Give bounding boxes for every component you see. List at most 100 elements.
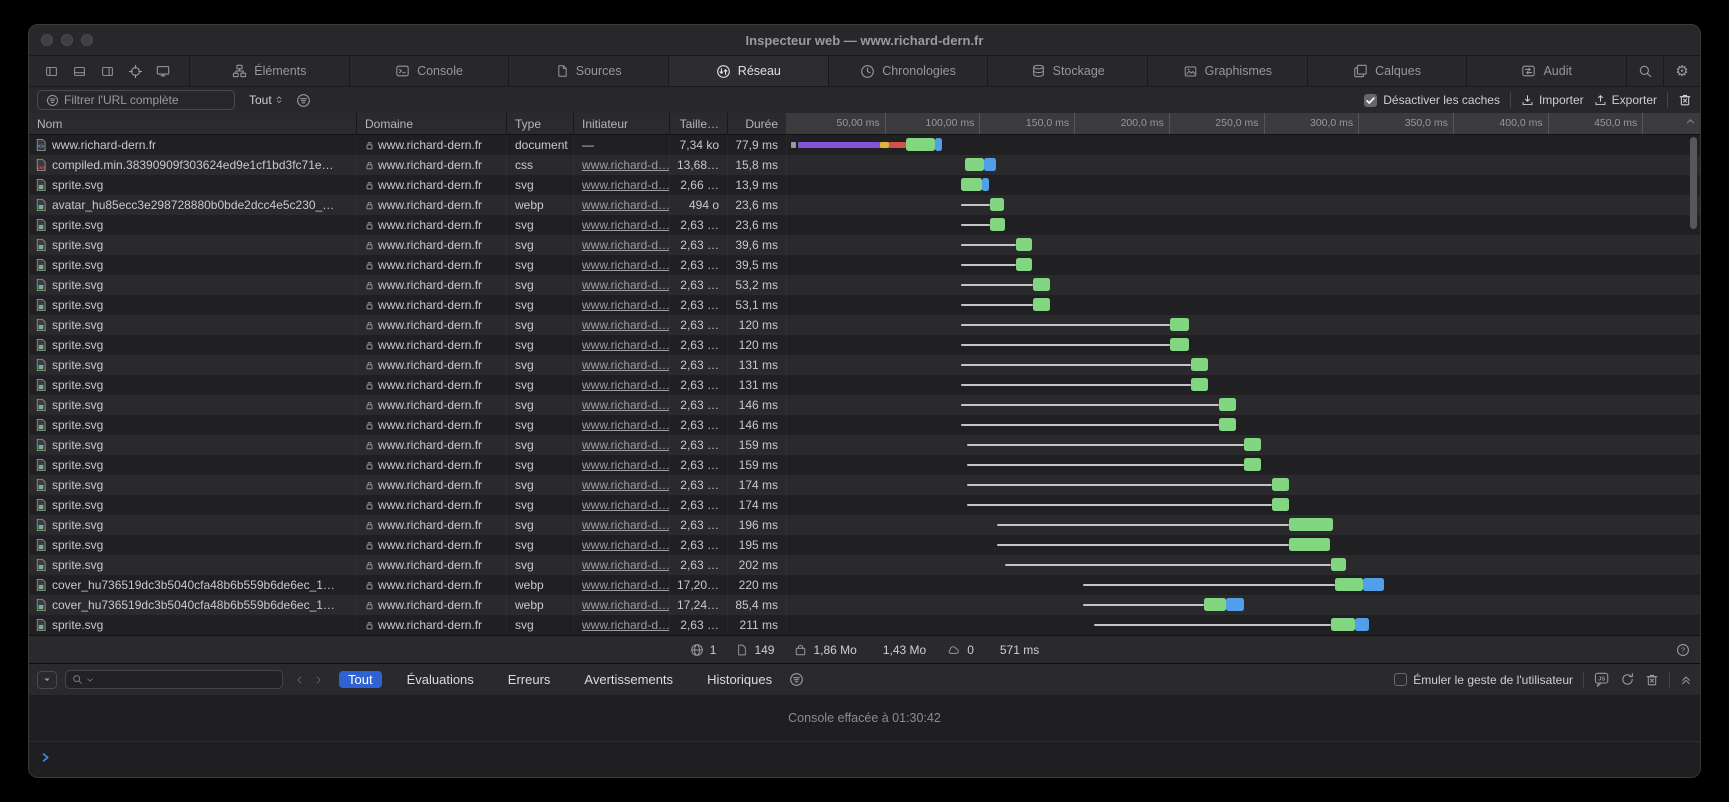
collapse-console-button[interactable]: [1680, 674, 1692, 686]
console-filter-menu-button[interactable]: [789, 672, 804, 687]
initiator-link[interactable]: www.richard-d…: [582, 578, 669, 592]
console-filter-tout[interactable]: Tout: [339, 671, 382, 688]
url-filter-input[interactable]: Filtrer l'URL complète: [37, 90, 235, 110]
table-row[interactable]: cover_hu736519dc3b5040cfa48b6b559b6de6ec…: [29, 595, 1700, 615]
import-button[interactable]: Importer: [1521, 93, 1584, 107]
initiator-link[interactable]: www.richard-d…: [582, 518, 669, 532]
initiator-link[interactable]: www.richard-d…: [582, 218, 669, 232]
console-filter-erreurs[interactable]: Erreurs: [499, 671, 560, 688]
table-row[interactable]: sprite.svgwww.richard-dern.frsvgwww.rich…: [29, 335, 1700, 355]
initiator-link[interactable]: www.richard-d…: [582, 338, 669, 352]
tab-chronologies[interactable]: Chronologies: [828, 56, 988, 86]
help-button[interactable]: ?: [1676, 643, 1690, 657]
initiator-link[interactable]: www.richard-d…: [582, 238, 669, 252]
table-row[interactable]: sprite.svgwww.richard-dern.frsvgwww.rich…: [29, 375, 1700, 395]
resource-type-select[interactable]: Tout: [249, 93, 284, 107]
table-row[interactable]: sprite.svgwww.richard-dern.frsvgwww.rich…: [29, 215, 1700, 235]
initiator-link[interactable]: www.richard-d…: [582, 438, 669, 452]
table-row[interactable]: sprite.svgwww.richard-dern.frsvgwww.rich…: [29, 515, 1700, 535]
tab-stockage[interactable]: Stockage: [987, 56, 1147, 86]
element-picker-icon[interactable]: [123, 61, 147, 81]
initiator-link[interactable]: www.richard-d…: [582, 418, 669, 432]
initiator-link[interactable]: www.richard-d…: [582, 298, 669, 312]
tab-graphismes[interactable]: Graphismes: [1147, 56, 1307, 86]
initiator-link[interactable]: www.richard-d…: [582, 558, 669, 572]
tab-calques[interactable]: Calques: [1307, 56, 1467, 86]
initiator-link[interactable]: www.richard-d…: [582, 538, 669, 552]
initiator-link[interactable]: www.richard-d…: [582, 178, 669, 192]
table-row[interactable]: sprite.svgwww.richard-dern.frsvgwww.rich…: [29, 175, 1700, 195]
initiator-link[interactable]: www.richard-d…: [582, 618, 669, 632]
initiator-link[interactable]: www.richard-d…: [582, 358, 669, 372]
search-button[interactable]: [1626, 56, 1663, 86]
table-row[interactable]: sprite.svgwww.richard-dern.frsvgwww.rich…: [29, 255, 1700, 275]
column-header-domain[interactable]: Domaine: [356, 113, 506, 134]
console-prompt[interactable]: [29, 742, 1700, 772]
js-bubble-icon[interactable]: JS: [1594, 672, 1610, 687]
initiator-link[interactable]: www.richard-d…: [582, 478, 669, 492]
table-row[interactable]: csscompiled.min.38390909f303624ed9e1cf1b…: [29, 155, 1700, 175]
column-header-type[interactable]: Type: [506, 113, 573, 134]
table-row[interactable]: <>www.richard-dern.frwww.richard-dern.fr…: [29, 135, 1700, 155]
console-filter-historiques[interactable]: Historiques: [698, 671, 781, 688]
table-row[interactable]: sprite.svgwww.richard-dern.frsvgwww.rich…: [29, 315, 1700, 335]
table-row[interactable]: sprite.svgwww.richard-dern.frsvgwww.rich…: [29, 475, 1700, 495]
column-header-size[interactable]: Taille…: [669, 113, 727, 134]
table-row[interactable]: sprite.svgwww.richard-dern.frsvgwww.rich…: [29, 295, 1700, 315]
table-row[interactable]: sprite.svgwww.richard-dern.frsvgwww.rich…: [29, 415, 1700, 435]
emulate-user-gesture-checkbox[interactable]: Émuler le geste de l'utilisateur: [1394, 673, 1573, 687]
console-search-input[interactable]: [65, 670, 283, 689]
previous-result-button[interactable]: [295, 674, 304, 686]
table-row[interactable]: sprite.svgwww.richard-dern.frsvgwww.rich…: [29, 455, 1700, 475]
initiator-link[interactable]: www.richard-d…: [582, 198, 669, 212]
settings-button[interactable]: ⚙: [1663, 56, 1700, 86]
dock-left-icon[interactable]: [39, 61, 63, 81]
column-header-duration[interactable]: Durée: [727, 113, 786, 134]
initiator-link[interactable]: www.richard-d…: [582, 158, 669, 172]
device-icon[interactable]: [151, 61, 175, 81]
table-row[interactable]: avatar_hu85ecc3e298728880b0bde2dcc4e5c23…: [29, 195, 1700, 215]
initiator-link[interactable]: www.richard-d…: [582, 398, 669, 412]
refresh-icon[interactable]: [1620, 672, 1635, 687]
tab-reseau[interactable]: Réseau: [668, 56, 828, 86]
table-row[interactable]: sprite.svgwww.richard-dern.frsvgwww.rich…: [29, 395, 1700, 415]
initiator-link[interactable]: www.richard-d…: [582, 278, 669, 292]
initiator-link[interactable]: www.richard-d…: [582, 498, 669, 512]
table-row[interactable]: cover_hu736519dc3b5040cfa48b6b559b6de6ec…: [29, 575, 1700, 595]
table-row[interactable]: sprite.svgwww.richard-dern.frsvgwww.rich…: [29, 535, 1700, 555]
minimize-window-button[interactable]: [61, 34, 73, 46]
console-filter-avertissements[interactable]: Avertissements: [575, 671, 682, 688]
tab-elements[interactable]: Éléments: [189, 56, 349, 86]
tab-console[interactable]: Console: [349, 56, 509, 86]
tab-sources[interactable]: Sources: [508, 56, 668, 86]
column-header-name[interactable]: Nom: [29, 113, 356, 134]
dock-right-icon[interactable]: [95, 61, 119, 81]
console-filter-evaluations[interactable]: Évaluations: [398, 671, 483, 688]
next-result-button[interactable]: [314, 674, 323, 686]
chevron-up-icon[interactable]: [1685, 116, 1696, 127]
table-row[interactable]: sprite.svgwww.richard-dern.frsvgwww.rich…: [29, 235, 1700, 255]
initiator-link[interactable]: www.richard-d…: [582, 258, 669, 272]
initiator-link[interactable]: www.richard-d…: [582, 318, 669, 332]
zoom-window-button[interactable]: [81, 34, 93, 46]
table-row[interactable]: sprite.svgwww.richard-dern.frsvgwww.rich…: [29, 555, 1700, 575]
disable-caches-checkbox[interactable]: Désactiver les caches: [1364, 93, 1500, 107]
table-row[interactable]: sprite.svgwww.richard-dern.frsvgwww.rich…: [29, 355, 1700, 375]
close-window-button[interactable]: [41, 34, 53, 46]
table-row[interactable]: sprite.svgwww.richard-dern.frsvgwww.rich…: [29, 275, 1700, 295]
console-scope-button[interactable]: [37, 671, 57, 689]
dock-bottom-icon[interactable]: [67, 61, 91, 81]
column-header-initiator[interactable]: Initiateur: [573, 113, 669, 134]
initiator-link[interactable]: www.richard-d…: [582, 598, 669, 612]
initiator-link[interactable]: www.richard-d…: [582, 378, 669, 392]
export-button[interactable]: Exporter: [1594, 93, 1657, 107]
vertical-scrollbar[interactable]: [1690, 137, 1697, 229]
tab-audit[interactable]: Audit: [1466, 56, 1626, 86]
table-row[interactable]: sprite.svgwww.richard-dern.frsvgwww.rich…: [29, 615, 1700, 635]
clear-network-items-button[interactable]: [1678, 93, 1692, 107]
clear-console-button[interactable]: [1645, 673, 1659, 687]
table-row[interactable]: sprite.svgwww.richard-dern.frsvgwww.rich…: [29, 495, 1700, 515]
filter-menu-button[interactable]: [296, 93, 311, 108]
initiator-link[interactable]: www.richard-d…: [582, 458, 669, 472]
table-row[interactable]: sprite.svgwww.richard-dern.frsvgwww.rich…: [29, 435, 1700, 455]
